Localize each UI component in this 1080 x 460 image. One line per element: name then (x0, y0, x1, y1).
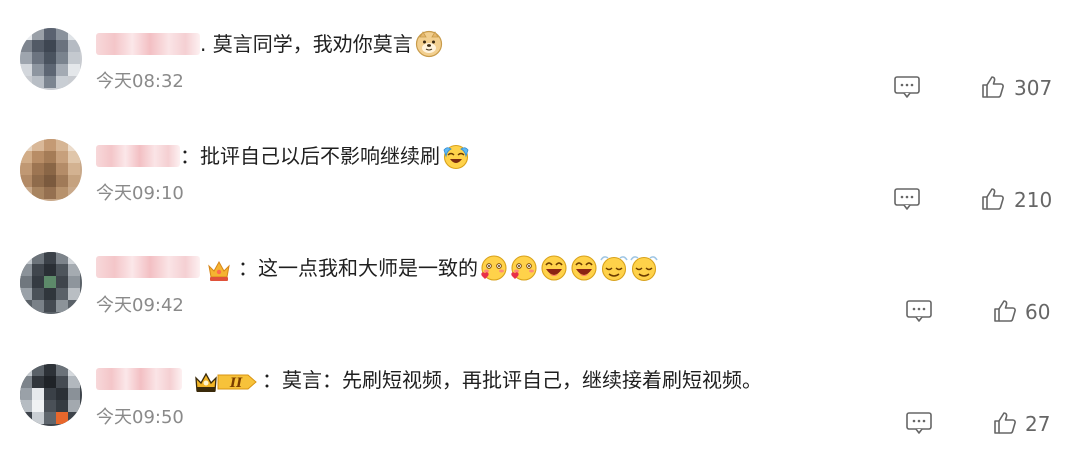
thumbs-up-icon[interactable] (993, 299, 1017, 323)
comment-item: ：这一点我和大师是一致的 今天09:42 60 (0, 224, 1080, 336)
doge-emoji-icon (415, 30, 442, 57)
comment-item: . 莫言同学，我劝你莫言 今天08:32 307 (0, 0, 1080, 112)
crown-badge-icon (208, 260, 230, 281)
vip-level-text: II (229, 376, 243, 391)
like-count: 307 (1014, 76, 1053, 100)
comment-text-body: ：批评自己以后不影响继续刷 (180, 144, 440, 168)
reply-icon[interactable] (906, 412, 932, 434)
username[interactable] (96, 256, 200, 278)
relieved-emoji-icon (600, 255, 628, 281)
avatar[interactable] (20, 139, 82, 201)
comment-text: ：批评自己以后不影响继续刷 (180, 142, 470, 172)
avatar[interactable] (20, 364, 82, 426)
username[interactable] (96, 368, 182, 390)
like-count: 60 (1025, 300, 1051, 324)
comment-item: II ：莫言：先刷短视频，再批评自己，继续接着刷短视频。 今天09:50 27 (0, 336, 1080, 448)
thumbs-up-icon[interactable] (993, 411, 1017, 435)
laugh-cry-emoji-icon (443, 144, 469, 169)
comment-time: 今天08:32 (96, 71, 184, 92)
comment-text-body: . 莫言同学，我劝你莫言 (200, 32, 413, 56)
comment-text: ：莫言：先刷短视频，再批评自己，继续接着刷短视频。 (262, 366, 762, 394)
avatar[interactable] (20, 252, 82, 314)
like-count: 27 (1025, 412, 1051, 436)
reply-icon[interactable] (894, 76, 920, 98)
like-count: 210 (1014, 188, 1053, 212)
comment-time: 今天09:42 (96, 295, 184, 316)
relieved-emoji-icon (630, 255, 658, 281)
comment-time: 今天09:50 (96, 407, 184, 428)
comment-time: 今天09:10 (96, 183, 184, 204)
comment-text: . 莫言同学，我劝你莫言 (200, 30, 443, 60)
username[interactable] (96, 33, 200, 55)
shy-heart-emoji-icon (511, 254, 537, 281)
reply-icon[interactable] (894, 188, 920, 210)
username[interactable] (96, 145, 180, 167)
comment-text-body: ：这一点我和大师是一致的 (238, 256, 478, 280)
vip-level-badge-icon: II (195, 372, 257, 392)
avatar[interactable] (20, 28, 82, 90)
thumbs-up-icon[interactable] (981, 187, 1005, 211)
laugh-emoji-icon (571, 254, 597, 281)
comment-item: ：批评自己以后不影响继续刷 今天09:10 210 (0, 112, 1080, 224)
shy-heart-emoji-icon (481, 254, 507, 281)
thumbs-up-icon[interactable] (981, 75, 1005, 99)
laugh-emoji-icon (541, 254, 567, 281)
comment-text: ：这一点我和大师是一致的 (238, 254, 658, 284)
reply-icon[interactable] (906, 300, 932, 322)
comment-text-body: ：莫言：先刷短视频，再批评自己，继续接着刷短视频。 (262, 368, 762, 392)
